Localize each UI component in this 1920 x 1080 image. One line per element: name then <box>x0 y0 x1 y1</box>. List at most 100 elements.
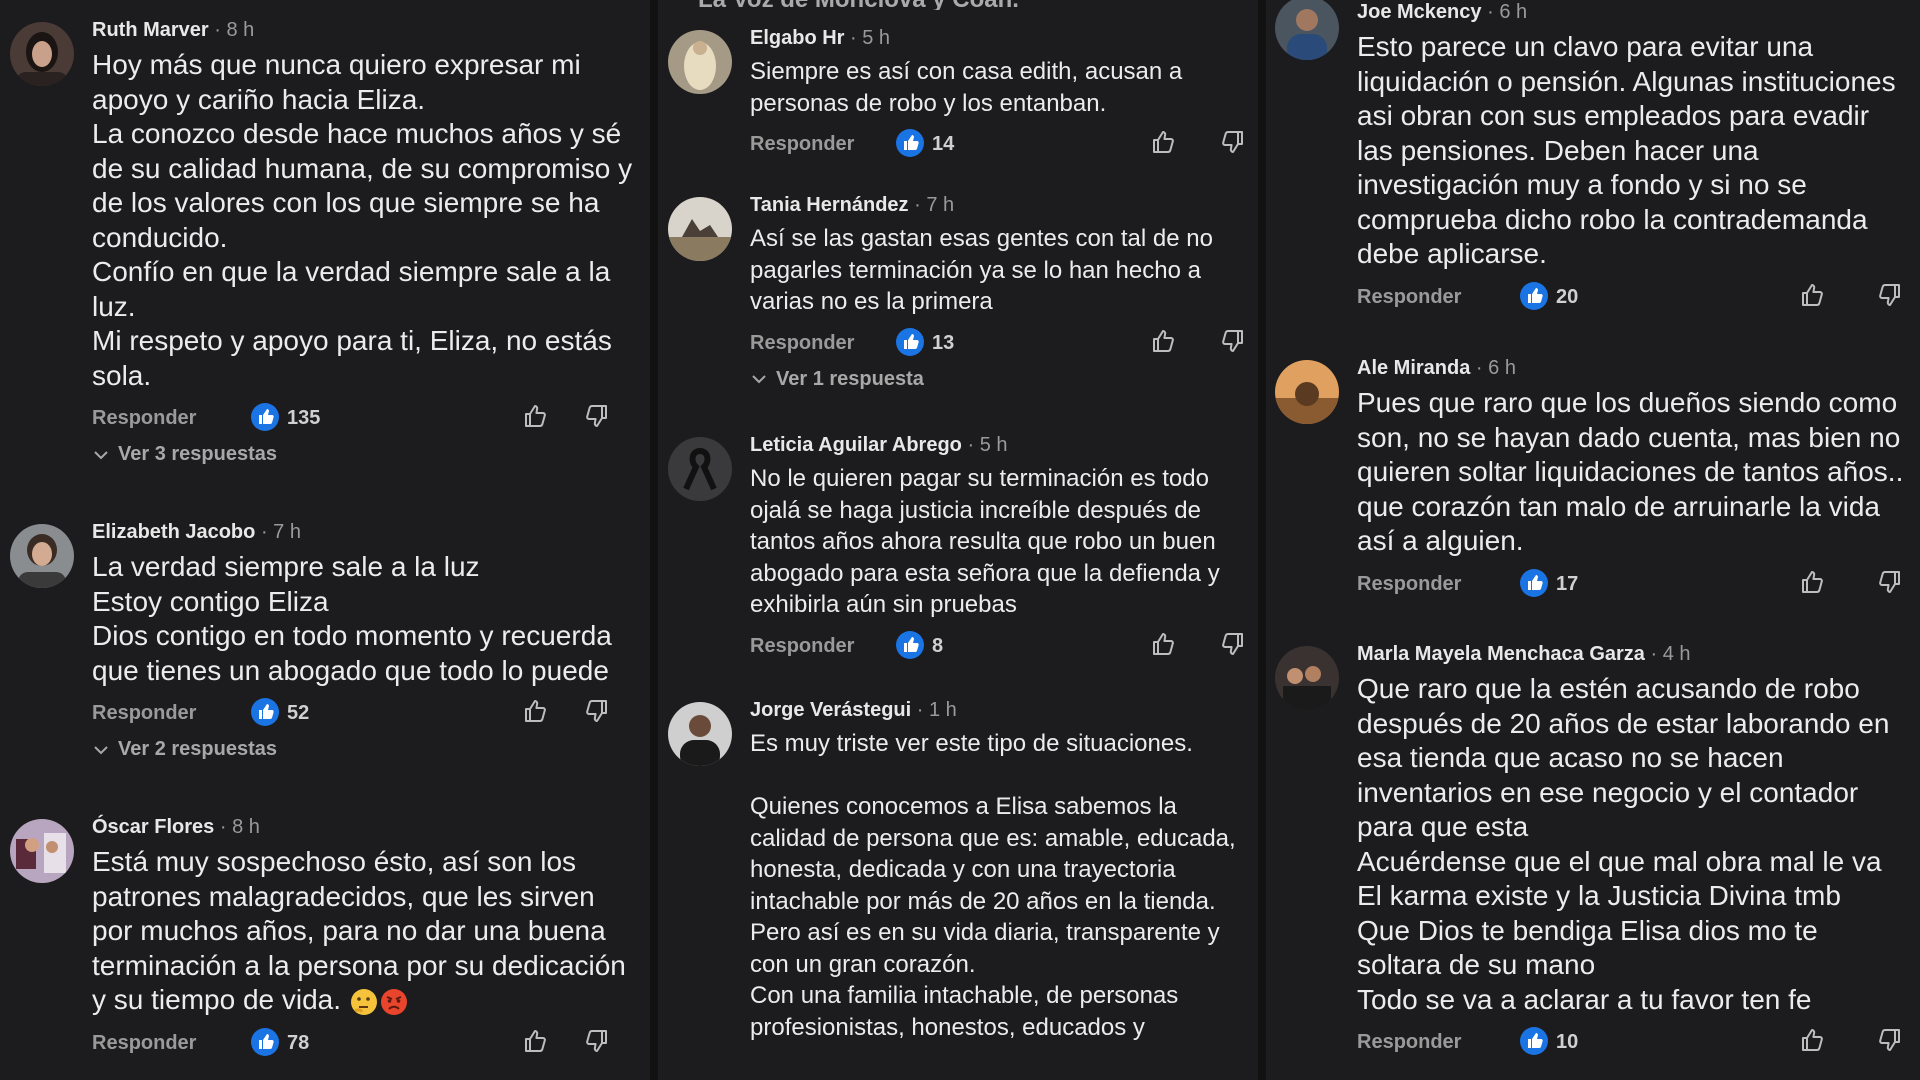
like-count: 17 <box>1556 572 1579 595</box>
comment-text: Es muy triste ver este tipo de situacion… <box>750 730 1236 1041</box>
like-badge-icon <box>251 1027 279 1056</box>
comment-text: Hoy más que nunca quiero expresar mi apo… <box>92 49 633 391</box>
like-count: 52 <box>287 702 310 724</box>
author-name[interactable]: Elizabeth Jacobo <box>92 521 255 543</box>
view-replies-link[interactable]: Ver 2 respuestas <box>92 738 638 761</box>
avatar[interactable] <box>668 197 732 261</box>
like-badge-icon <box>251 403 279 431</box>
comment-text: Esto parece un clavo para evitar una liq… <box>1357 31 1896 269</box>
thumbs-down-icon[interactable] <box>1218 629 1248 659</box>
like-count: 10 <box>1556 1031 1579 1053</box>
partial-header-title: La Voz de Monclova y Coah. <box>698 0 1258 10</box>
avatar[interactable] <box>1275 646 1339 710</box>
author-name[interactable]: Jorge Verástegui <box>750 699 911 721</box>
comment-text: Así se las gastan esas gentes con tal de… <box>750 225 1213 315</box>
comment-time[interactable]: 7 h <box>273 521 301 543</box>
comment-text: No le quieren pagar su terminación es to… <box>750 465 1220 618</box>
thumbs-up-icon[interactable] <box>520 401 550 431</box>
reply-button[interactable]: Responder <box>1357 286 1461 309</box>
view-replies-link[interactable]: Ver 3 respuestas <box>92 443 638 466</box>
comment-actions: Responder 14 <box>750 125 1246 165</box>
comment-time[interactable]: 6 h <box>1488 357 1516 379</box>
thumbs-down-icon[interactable] <box>582 1026 612 1056</box>
like-count: 135 <box>287 407 321 429</box>
author-name[interactable]: Óscar Flores <box>92 816 214 838</box>
like-badge-icon <box>896 327 924 356</box>
comment-actions: Responder 20 <box>1357 278 1908 318</box>
like-count: 8 <box>932 634 944 657</box>
view-replies-label: Ver 2 respuestas <box>118 738 277 760</box>
author-name[interactable]: Leticia Aguilar Abrego <box>750 434 962 456</box>
thumbs-up-icon[interactable] <box>1797 1025 1827 1055</box>
thumbs-up-icon[interactable] <box>1148 326 1178 356</box>
avatar[interactable] <box>1275 360 1339 424</box>
avatar[interactable] <box>1275 0 1339 60</box>
thumbs-down-icon[interactable] <box>1218 326 1248 356</box>
comment-actions: Responder 13 <box>750 324 1246 364</box>
comment-actions: Responder 8 <box>750 627 1246 667</box>
like-badge-icon <box>1520 1027 1548 1055</box>
thumbs-down-icon[interactable] <box>1218 127 1248 157</box>
thumbs-down-icon[interactable] <box>1875 1025 1905 1055</box>
thumbs-down-icon[interactable] <box>582 401 612 431</box>
author-name[interactable]: Marla Mayela Menchaca Garza <box>1357 643 1645 665</box>
author-name[interactable]: Elgabo Hr <box>750 27 844 49</box>
comment-time[interactable]: 1 h <box>929 699 957 721</box>
comment-time[interactable]: 4 h <box>1663 643 1691 665</box>
reply-button[interactable]: Responder <box>750 133 854 156</box>
comment-actions: Responder 52 <box>92 694 638 734</box>
thumbs-up-icon[interactable] <box>1148 629 1178 659</box>
column-separator <box>650 0 658 1080</box>
chevron-down-icon <box>94 745 108 754</box>
reply-button[interactable]: Responder <box>1357 1031 1461 1054</box>
view-replies-link[interactable]: Ver 1 respuesta <box>750 368 1246 391</box>
comment-time[interactable]: 5 h <box>980 434 1008 456</box>
avatar[interactable] <box>10 22 74 86</box>
reply-button[interactable]: Responder <box>750 635 854 658</box>
like-count: 20 <box>1556 285 1579 308</box>
reply-button[interactable]: Responder <box>1357 573 1461 596</box>
thumbs-up-icon[interactable] <box>1148 127 1178 157</box>
comment-actions: Responder 17 <box>1357 565 1908 605</box>
thumbs-down-icon[interactable] <box>1875 280 1905 310</box>
thumbs-up-icon[interactable] <box>520 696 550 726</box>
like-badge-icon <box>896 129 924 157</box>
like-badge-icon <box>1520 568 1548 597</box>
thumbs-up-icon[interactable] <box>520 1026 550 1056</box>
thumbs-up-icon[interactable] <box>1797 567 1827 597</box>
like-badge-icon <box>251 698 279 726</box>
avatar[interactable] <box>668 702 732 766</box>
comment-time[interactable]: 6 h <box>1499 1 1527 23</box>
thumbs-down-icon[interactable] <box>1875 567 1905 597</box>
thumbs-down-icon[interactable] <box>582 696 612 726</box>
author-name[interactable]: Ruth Marver <box>92 19 209 41</box>
reply-button[interactable]: Responder <box>92 1032 196 1055</box>
comments-column-3: Joe Mckency · 6 h Esto parece un clavo p… <box>1265 0 1920 1080</box>
like-count: 78 <box>287 1031 310 1054</box>
avatar[interactable] <box>668 30 732 94</box>
thumbs-up-icon[interactable] <box>1797 280 1827 310</box>
view-replies-label: Ver 3 respuestas <box>118 443 277 465</box>
author-name[interactable]: Ale Miranda <box>1357 357 1470 379</box>
author-name[interactable]: Tania Hernández <box>750 194 909 216</box>
view-replies-label: Ver 1 respuesta <box>776 367 924 390</box>
comments-column-1: Ruth Marver · 8 h Hoy más que nunca quie… <box>0 0 650 1080</box>
reply-button[interactable]: Responder <box>92 407 196 430</box>
comment-time[interactable]: 8 h <box>227 19 255 41</box>
author-name[interactable]: Joe Mckency <box>1357 1 1482 23</box>
avatar[interactable] <box>668 437 732 501</box>
avatar[interactable] <box>10 524 74 588</box>
comment-time[interactable]: 7 h <box>926 194 954 216</box>
chevron-down-icon <box>752 375 766 384</box>
comment-time[interactable]: 5 h <box>862 27 890 49</box>
comment-text: Que raro que la estén acusando de robo d… <box>1357 673 1890 1015</box>
avatar[interactable] <box>10 819 74 883</box>
reply-button[interactable]: Responder <box>750 332 854 355</box>
angry-face-emoji <box>379 987 409 1017</box>
like-badge-icon <box>896 630 924 659</box>
reply-button[interactable]: Responder <box>92 702 196 725</box>
comment-time[interactable]: 8 h <box>232 816 260 838</box>
like-count: 13 <box>932 331 955 354</box>
thinking-face-emoji <box>349 987 379 1017</box>
comment-text: Siempre es así con casa edith, acusan a … <box>750 58 1183 117</box>
